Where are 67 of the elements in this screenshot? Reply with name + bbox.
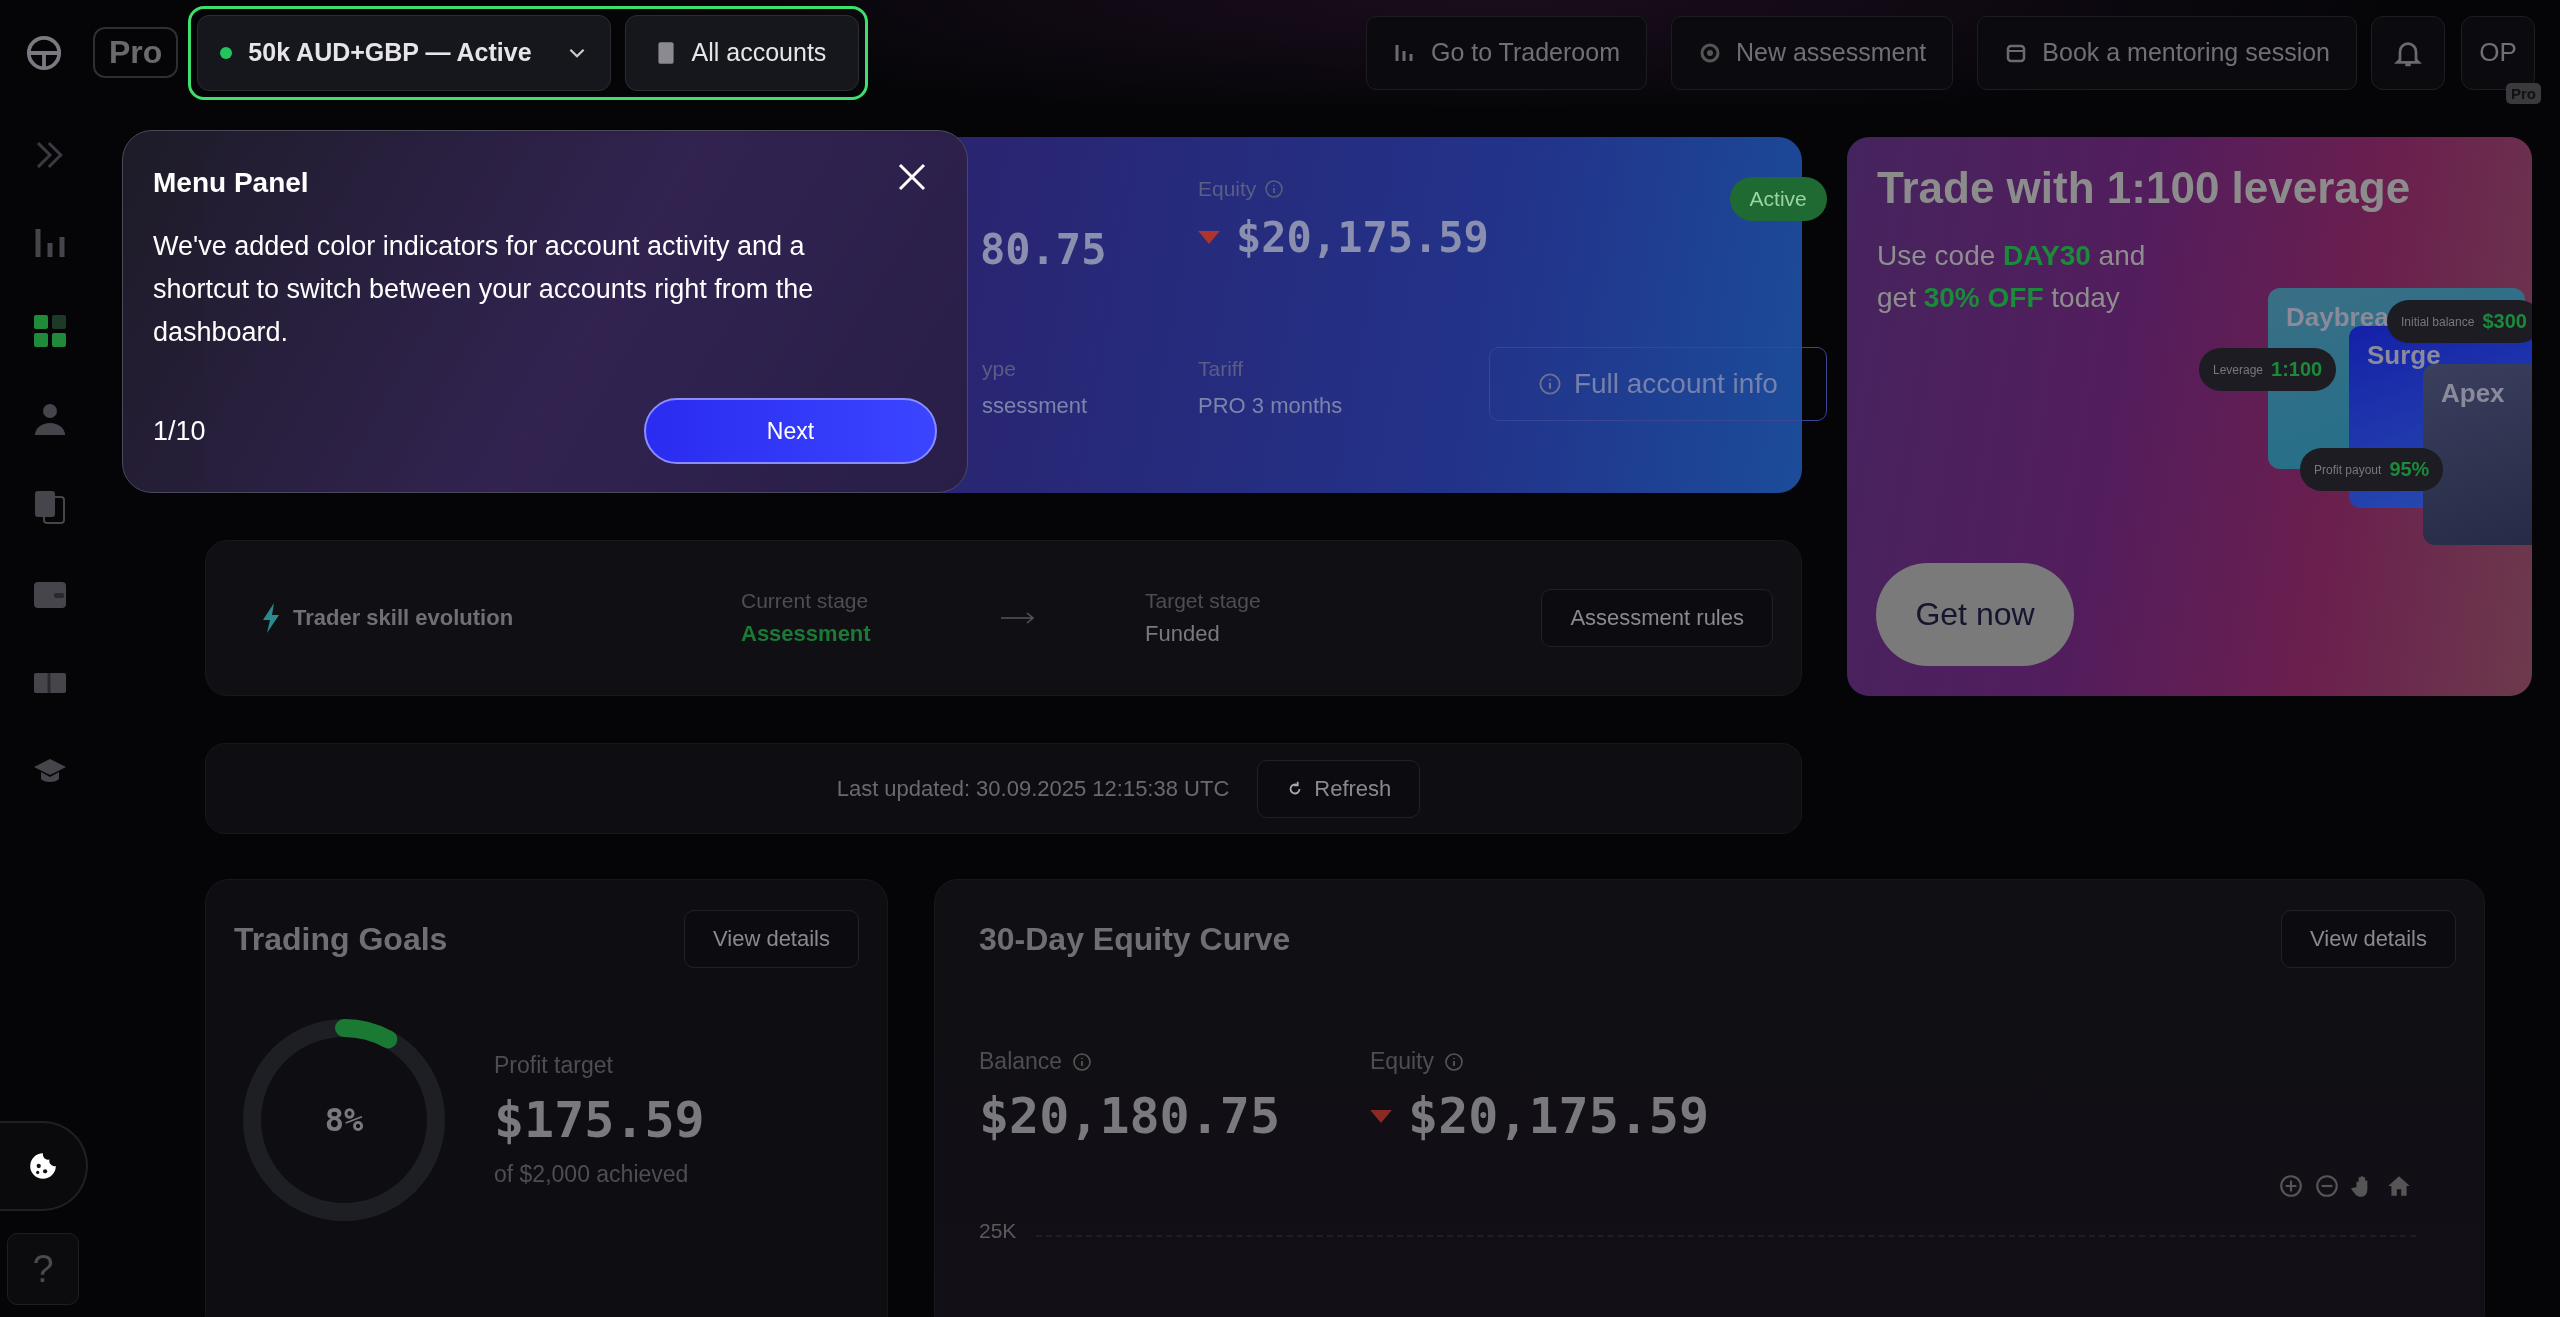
lightning-icon (261, 603, 281, 633)
plan-name: Apex (2441, 378, 2505, 408)
plan-badge: Pro (93, 27, 179, 78)
current-stage-value: Assessment (741, 621, 872, 647)
get-now-button[interactable]: Get now (1876, 563, 2074, 666)
user-avatar-button[interactable]: OP (2461, 15, 2535, 90)
type-label: ype (982, 356, 1017, 381)
last-updated-text: Last updated: 30.09.2025 12:15:38 UTC (836, 775, 1230, 802)
balance-value: $20,180.75 (979, 1087, 1281, 1145)
tariff-value: PRO 3 months (1198, 392, 1344, 419)
action-button[interactable]: Go to Traderoom (1366, 15, 1647, 90)
pill-label: Initial balance (2401, 314, 2475, 329)
tour-text: We've added color indicators for account activity and a shortcut to switch between your accounts right from the dashboard. (153, 230, 815, 349)
pill-label: Profit payout (2314, 462, 2382, 477)
pill-label: Leverage (2213, 362, 2264, 377)
next-button[interactable]: Next (644, 398, 937, 464)
refresh-button[interactable]: Refresh (1257, 759, 1421, 818)
promo-text: Use code DAY30 and get 30% OFF today (1877, 239, 2147, 315)
skill-title: Trader skill evolution (293, 605, 514, 631)
equity-value: $20,175.59 (1236, 213, 1489, 262)
info-icon (1443, 1051, 1464, 1072)
plan-name: Daybrea (2286, 302, 2389, 332)
dashboard-grid-icon[interactable] (32, 313, 68, 349)
copy-icon[interactable] (32, 489, 68, 525)
status-badge: Active (1729, 177, 1827, 221)
zoom-in-icon[interactable] (2278, 1173, 2304, 1199)
progress-percent: 8% (324, 1101, 364, 1139)
equity-value: $20,175.59 (1408, 1087, 1710, 1145)
pill-value: $300 (2482, 310, 2527, 333)
cookie-button[interactable] (0, 1121, 88, 1211)
card-title: 30-Day Equity Curve (979, 920, 1291, 958)
tour-title: Menu Panel (153, 167, 309, 199)
profit-target-value: $175.59 (494, 1091, 705, 1149)
action-button[interactable]: Book a mentoring session (1977, 15, 2357, 90)
plan-name: Surge (2367, 340, 2441, 370)
pill-value: 1:100 (2271, 358, 2323, 381)
user-icon[interactable] (32, 401, 68, 437)
card-title: Trading Goals (234, 920, 448, 958)
balance-label: Balance (979, 1048, 1281, 1075)
target-stage-value: Funded (1145, 621, 1221, 647)
current-stage-label: Current stage (741, 589, 870, 613)
promo-title: Trade with 1:100 leverage (1877, 163, 2412, 213)
balance-value: 80.75 (980, 225, 1108, 274)
notifications-button[interactable] (2371, 15, 2445, 90)
info-icon (1264, 179, 1285, 199)
profit-target-label: Profit target (494, 1052, 614, 1079)
info-icon (1537, 371, 1562, 396)
achieved-caption: of $2,000 achieved (494, 1161, 690, 1188)
step-counter: 1/10 (153, 415, 206, 447)
target-stage-label: Target stage (1145, 589, 1262, 613)
right-arrow-icon (1001, 612, 1035, 624)
cookie-icon (27, 1150, 59, 1182)
type-value: ssessment (982, 392, 1089, 419)
view-details-button[interactable]: View details (684, 910, 859, 968)
info-icon (1072, 1051, 1093, 1072)
zoom-out-icon[interactable] (2314, 1173, 2340, 1199)
account-selector[interactable]: 50k AUD+GBP — Active (197, 14, 611, 91)
equity-label: Equity (1370, 1048, 1710, 1075)
view-details-button[interactable]: View details (2281, 910, 2456, 968)
all-accounts-button[interactable]: All accounts (624, 14, 860, 91)
close-icon[interactable] (897, 162, 927, 192)
logo-icon (25, 33, 63, 72)
pill-value: 95% (2389, 458, 2430, 481)
action-button[interactable]: New assessment (1670, 15, 1954, 90)
account-name: 50k AUD+GBP — Active (248, 38, 532, 67)
assessment-rules-button[interactable]: Assessment rules (1541, 589, 1773, 647)
axis-tick-label: 25K (979, 1219, 1017, 1243)
